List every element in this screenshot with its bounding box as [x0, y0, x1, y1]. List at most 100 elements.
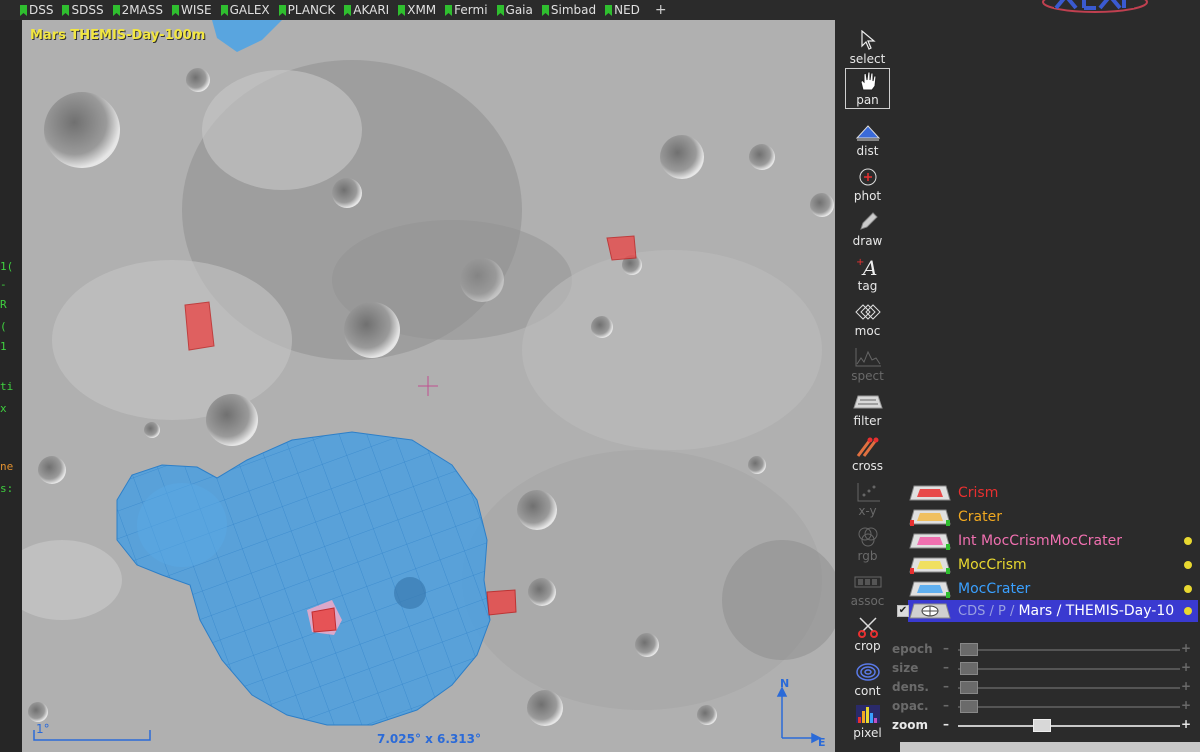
- slider-thumb[interactable]: [960, 662, 978, 675]
- slider-track[interactable]: [958, 687, 1180, 689]
- status-dot-icon: [1184, 607, 1192, 615]
- crop-tool-button[interactable]: crop: [845, 615, 890, 653]
- flag-icon: [20, 4, 27, 16]
- moc-layer-icon: [909, 581, 951, 598]
- size-slider[interactable]: size – +: [890, 660, 1195, 677]
- flag-icon: [172, 4, 180, 16]
- slider-increase[interactable]: +: [1181, 698, 1191, 712]
- status-dot-icon: [1184, 561, 1192, 569]
- density-slider[interactable]: dens. – +: [890, 679, 1195, 696]
- truncated-text: 1: [0, 340, 7, 353]
- tool-label: assoc: [850, 594, 885, 608]
- slider-thumb[interactable]: [1033, 719, 1051, 732]
- assoc-tool-button[interactable]: assoc: [845, 570, 890, 608]
- xy-tool-button[interactable]: x-y: [845, 480, 890, 518]
- survey-xmm[interactable]: XMM: [398, 3, 436, 17]
- slider-decrease[interactable]: –: [943, 660, 949, 674]
- slider-track[interactable]: [958, 668, 1180, 670]
- slider-increase[interactable]: +: [1181, 717, 1191, 731]
- layer-moccrater[interactable]: MocCrater: [908, 578, 1198, 600]
- flag-icon: [398, 4, 406, 16]
- tool-label: rgb: [857, 549, 878, 563]
- rgb-tool-button[interactable]: rgb: [845, 525, 890, 563]
- draw-tool-button[interactable]: draw: [845, 210, 890, 248]
- slider-decrease[interactable]: –: [943, 679, 949, 693]
- slider-track[interactable]: [958, 649, 1180, 651]
- spect-tool-button[interactable]: spect: [845, 345, 890, 383]
- tool-label: cross: [851, 459, 884, 473]
- layer-name: MocCrism: [958, 557, 1027, 573]
- tool-label: tag: [857, 279, 878, 293]
- survey-2mass[interactable]: 2MASS: [112, 3, 164, 17]
- moc-icon: [854, 304, 881, 320]
- survey-simbad[interactable]: Simbad: [541, 3, 596, 17]
- flag-icon: [605, 4, 613, 16]
- slider-thumb[interactable]: [960, 700, 978, 713]
- slider-decrease[interactable]: –: [943, 698, 949, 712]
- cross-tool-button[interactable]: cross: [845, 435, 890, 473]
- layer-name: Int MocCrismMocCrater: [958, 533, 1122, 549]
- dist-tool-button[interactable]: dist: [845, 120, 890, 158]
- slider-decrease[interactable]: –: [943, 717, 949, 731]
- cross-match-icon: [856, 437, 878, 457]
- phot-tool-button[interactable]: phot: [845, 165, 890, 203]
- truncated-text: 1(: [0, 260, 14, 273]
- slider-thumb[interactable]: [960, 643, 978, 656]
- epoch-slider[interactable]: epoch – +: [890, 641, 1195, 658]
- flag-icon: [344, 4, 352, 16]
- add-survey-button[interactable]: +: [655, 2, 667, 18]
- cont-tool-button[interactable]: cont: [845, 660, 890, 698]
- slider-decrease[interactable]: –: [943, 641, 949, 655]
- sky-view[interactable]: Mars THEMIS-Day-100m 1° 7.025° x 6.313° …: [22, 20, 835, 752]
- moc-tool-button[interactable]: moc: [845, 300, 890, 338]
- catalog-layer-icon: [909, 485, 951, 501]
- tool-label: draw: [852, 234, 883, 248]
- survey-akari[interactable]: AKARI: [344, 3, 389, 17]
- cursor-icon: [860, 30, 876, 50]
- slider-increase[interactable]: +: [1181, 660, 1191, 674]
- tool-label: moc: [854, 324, 881, 338]
- survey-dss[interactable]: DSS: [20, 3, 53, 17]
- survey-label: GALEX: [229, 3, 270, 17]
- layer-crism[interactable]: Crism: [908, 482, 1198, 504]
- slider-track[interactable]: [958, 706, 1180, 708]
- survey-fermi[interactable]: Fermi: [445, 3, 488, 17]
- survey-planck[interactable]: PLANCK: [278, 3, 335, 17]
- truncated-text: ne: [0, 460, 14, 473]
- spectrum-icon: [855, 348, 881, 367]
- pan-tool-button[interactable]: pan: [845, 68, 890, 109]
- filter-icon: [852, 395, 883, 409]
- pixel-tool-button[interactable]: pixel: [845, 702, 890, 740]
- opacity-slider[interactable]: opac. – +: [890, 698, 1195, 715]
- survey-label: 2MASS: [121, 3, 164, 17]
- layer-crater[interactable]: Crater: [908, 506, 1198, 528]
- xy-plot-icon: [857, 483, 880, 502]
- truncated-text: ti: [0, 380, 14, 393]
- survey-label: XMM: [407, 3, 437, 17]
- filter-tool-button[interactable]: filter: [845, 390, 890, 428]
- select-tool-button[interactable]: select: [845, 28, 890, 66]
- status-dot-icon: [1184, 585, 1192, 593]
- survey-galex[interactable]: GALEX: [220, 3, 270, 17]
- survey-ned[interactable]: NED: [605, 3, 640, 17]
- layer-int-moccrismmoccrater[interactable]: Int MocCrismMocCrater: [908, 530, 1198, 552]
- survey-label: WISE: [181, 3, 212, 17]
- field-of-view-label: 7.025° x 6.313°: [377, 732, 482, 746]
- slider-track[interactable]: [958, 725, 1180, 727]
- survey-gaia[interactable]: Gaia: [496, 3, 533, 17]
- layer-visibility-checkbox[interactable]: ✔: [897, 605, 909, 617]
- layer-moccrism[interactable]: MocCrism: [908, 554, 1198, 576]
- zoom-slider[interactable]: zoom – +: [890, 717, 1195, 734]
- slider-thumb[interactable]: [960, 681, 978, 694]
- survey-sdss[interactable]: SDSS: [62, 3, 104, 17]
- survey-label: Gaia: [505, 3, 533, 17]
- pencil-icon: [859, 212, 878, 230]
- rgb-icon: [858, 527, 877, 547]
- slider-increase[interactable]: +: [1181, 679, 1191, 693]
- slider-increase[interactable]: +: [1181, 641, 1191, 655]
- moc-layer-icon: [909, 533, 951, 550]
- survey-wise[interactable]: WISE: [172, 3, 212, 17]
- moc-layer-icon: [909, 557, 951, 574]
- tag-tool-button[interactable]: A + tag: [845, 255, 890, 293]
- layer-mars-themis[interactable]: CDS / P / Mars / THEMIS-Day-10: [908, 600, 1198, 622]
